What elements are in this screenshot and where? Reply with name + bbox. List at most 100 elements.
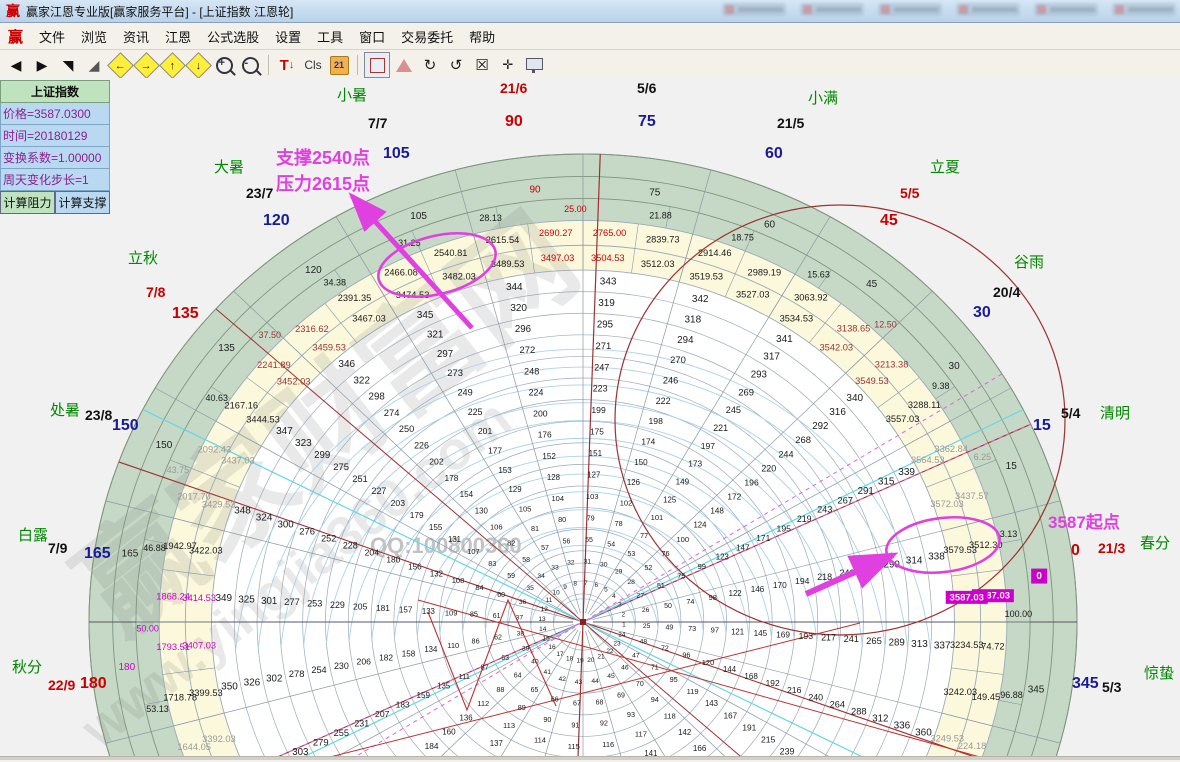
svg-text:大暑: 大暑 [214,159,244,176]
svg-text:150: 150 [112,417,139,434]
menu-settings[interactable]: 设置 [267,25,309,48]
svg-text:112: 112 [477,699,489,708]
svg-text:166: 166 [693,744,707,753]
diamond-right-icon[interactable]: → [134,53,158,77]
svg-text:137: 137 [490,739,503,748]
svg-text:55: 55 [585,537,593,544]
svg-text:183: 183 [396,699,410,709]
diamond-up-icon[interactable]: ↑ [160,53,184,77]
svg-text:2167.16: 2167.16 [224,401,258,411]
close-box-icon[interactable]: ☒ [470,53,494,77]
svg-text:18: 18 [566,655,574,662]
prev-arrow-icon[interactable]: ◀ [4,53,28,77]
svg-text:297: 297 [437,349,453,360]
price-row: 价格=3587.0300 [0,103,110,125]
svg-text:293: 293 [751,370,767,381]
svg-text:42: 42 [558,676,566,683]
svg-text:3399.53: 3399.53 [189,688,223,698]
zoom-out-icon[interactable]: - [238,53,262,77]
svg-text:142: 142 [678,728,691,737]
svg-text:7/8: 7/8 [146,284,166,300]
svg-text:225: 225 [468,407,483,417]
svg-text:12.50: 12.50 [874,320,897,330]
svg-text:8: 8 [573,581,577,588]
svg-text:272: 272 [519,344,535,355]
svg-text:128: 128 [547,473,560,482]
svg-text:146: 146 [751,585,765,594]
menu-file[interactable]: 文件 [31,25,73,48]
menu-window[interactable]: 窗口 [351,25,393,48]
svg-text:20: 20 [587,657,595,664]
cls-button[interactable]: Cls [301,53,325,77]
svg-text:3407.03: 3407.03 [182,641,216,651]
svg-text:204: 204 [365,547,380,557]
up-slant-arrow-icon[interactable]: ◥ [56,53,80,77]
svg-text:58: 58 [522,557,530,564]
menu-browse[interactable]: 浏览 [73,25,115,48]
svg-text:3564.53: 3564.53 [911,455,945,465]
menu-tools[interactable]: 工具 [309,25,351,48]
svg-text:317: 317 [763,352,780,363]
svg-text:172: 172 [727,492,741,502]
svg-text:321: 321 [427,329,444,340]
svg-text:56: 56 [563,538,571,545]
svg-text:253: 253 [307,599,322,609]
svg-text:5/3: 5/3 [1102,679,1122,695]
svg-text:275: 275 [333,461,349,472]
svg-text:3512.03: 3512.03 [641,259,675,269]
svg-text:10: 10 [552,589,560,596]
rotate-cw-icon[interactable]: ↻ [418,53,442,77]
svg-text:21.88: 21.88 [649,210,672,220]
svg-text:3572.03: 3572.03 [930,499,964,509]
calc-support-button[interactable]: 计算支撑 [55,191,110,214]
menu-gann[interactable]: 江恩 [157,25,199,48]
svg-text:2914.46: 2914.46 [698,248,732,258]
menu-help[interactable]: 帮助 [461,25,503,48]
svg-text:178: 178 [444,473,458,483]
diamond-left-icon[interactable]: ← [108,53,132,77]
svg-text:74.72: 74.72 [981,642,1004,652]
gann-wheel-canvas[interactable]: 赢家财富网www.yingjia360.comQQ:10080036001530… [0,78,1180,757]
rotate-ccw-icon[interactable]: ↺ [444,53,468,77]
svg-text:100: 100 [676,535,689,544]
svg-text:348: 348 [234,506,251,517]
zoom-in-icon[interactable]: + [212,53,236,77]
down-slant-arrow-icon[interactable]: ◢ [82,53,106,77]
svg-text:98: 98 [709,593,717,602]
square-tool-icon[interactable] [364,52,390,78]
menu-news[interactable]: 资讯 [115,25,157,48]
svg-text:129: 129 [509,485,522,494]
svg-text:301: 301 [261,596,277,607]
triangle-tool-icon[interactable] [392,53,416,77]
svg-text:3429.53: 3429.53 [202,500,236,510]
svg-text:278: 278 [289,668,305,679]
svg-text:198: 198 [649,416,664,426]
svg-text:107: 107 [467,547,480,556]
svg-text:9.38: 9.38 [932,381,950,391]
svg-text:123: 123 [716,553,729,562]
svg-text:30: 30 [949,361,961,372]
text-down-icon[interactable]: T↓ [275,53,299,77]
svg-text:6: 6 [595,582,599,589]
diamond-down-icon[interactable]: ↓ [186,53,210,77]
window-bottom-border [0,756,1180,760]
svg-text:165: 165 [122,549,139,560]
svg-text:3527.03: 3527.03 [736,290,770,300]
next-arrow-icon[interactable]: ▶ [30,53,54,77]
menu-formula-stock[interactable]: 公式选股 [199,25,267,48]
svg-text:291: 291 [858,486,874,497]
svg-text:2391.35: 2391.35 [338,293,372,303]
svg-text:302: 302 [266,673,282,684]
svg-text:147: 147 [736,543,750,552]
svg-text:274: 274 [384,407,400,418]
svg-text:231: 231 [354,719,369,729]
menu-trade[interactable]: 交易委托 [393,25,461,48]
center-expand-icon[interactable]: ✛ [496,53,520,77]
svg-text:345: 345 [417,310,434,321]
projector-icon[interactable] [522,53,546,77]
svg-text:57: 57 [541,545,549,552]
calc-resistance-button[interactable]: 计算阻力 [0,191,55,214]
calendar-icon[interactable]: 21 [327,53,351,77]
svg-text:131: 131 [448,535,461,544]
svg-text:267: 267 [837,494,853,505]
